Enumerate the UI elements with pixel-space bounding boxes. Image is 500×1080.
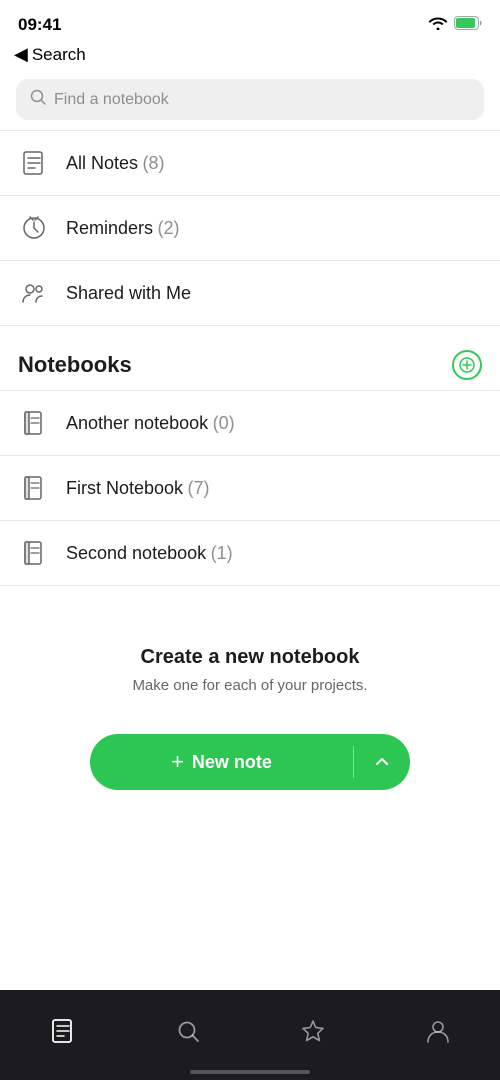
tab-notes-icon	[49, 1017, 77, 1045]
new-note-container: + New note	[0, 714, 500, 820]
tab-shortcuts-icon	[299, 1017, 327, 1045]
add-notebook-button[interactable]	[452, 350, 482, 380]
status-icons	[428, 16, 482, 35]
all-notes-item[interactable]: All Notes (8)	[0, 131, 500, 196]
reminders-label: Reminders (2)	[66, 218, 179, 239]
promo-section: Create a new notebook Make one for each …	[0, 586, 500, 714]
home-indicator	[190, 1070, 310, 1074]
tab-notes[interactable]	[49, 1017, 77, 1045]
all-notes-label: All Notes (8)	[66, 153, 164, 174]
shared-item[interactable]: Shared with Me	[0, 261, 500, 326]
reminders-icon	[18, 212, 50, 244]
notebook-icon-another	[18, 407, 50, 439]
tab-shortcuts[interactable]	[299, 1017, 327, 1045]
tab-account[interactable]	[424, 1017, 452, 1045]
back-arrow-icon: ◀	[14, 44, 28, 65]
notebooks-title: Notebooks	[18, 352, 132, 378]
new-note-chevron[interactable]	[354, 757, 410, 767]
notebook-another[interactable]: Another notebook (0)	[0, 391, 500, 456]
promo-title: Create a new notebook	[30, 646, 470, 669]
tab-bar	[0, 990, 500, 1080]
shared-label: Shared with Me	[66, 283, 191, 304]
notebooks-header: Notebooks	[0, 326, 500, 390]
notebook-first-text: First Notebook (7)	[66, 478, 210, 499]
new-note-label: New note	[192, 752, 272, 773]
battery-icon	[454, 16, 482, 35]
search-placeholder: Find a notebook	[54, 91, 169, 109]
promo-subtitle: Make one for each of your projects.	[30, 677, 470, 694]
shared-icon	[18, 277, 50, 309]
search-icon	[30, 89, 46, 110]
all-notes-icon	[18, 147, 50, 179]
back-navigation[interactable]: ◀ Search	[0, 44, 500, 73]
notebook-icon-first	[18, 472, 50, 504]
new-note-plus-icon: +	[171, 749, 184, 775]
notebooks-list: Another notebook (0) First Notebook (7)	[0, 390, 500, 586]
reminders-item[interactable]: Reminders (2)	[0, 196, 500, 261]
new-note-button[interactable]: + New note	[90, 734, 410, 790]
main-list: All Notes (8) Reminders (2)	[0, 130, 500, 326]
search-bar[interactable]: Find a notebook	[16, 79, 484, 120]
wifi-icon	[428, 16, 448, 35]
status-bar: 09:41	[0, 0, 500, 44]
tab-account-icon	[424, 1017, 452, 1045]
notebook-second-text: Second notebook (1)	[66, 543, 233, 564]
tab-search-icon	[174, 1017, 202, 1045]
notebook-another-text: Another notebook (0)	[66, 413, 235, 434]
new-note-main: + New note	[90, 749, 353, 775]
tab-search[interactable]	[174, 1017, 202, 1045]
search-bar-container: Find a notebook	[0, 73, 500, 130]
back-label: Search	[32, 45, 86, 65]
notebook-first[interactable]: First Notebook (7)	[0, 456, 500, 521]
status-time: 09:41	[18, 15, 61, 35]
notebook-second[interactable]: Second notebook (1)	[0, 521, 500, 586]
notebook-icon-second	[18, 537, 50, 569]
